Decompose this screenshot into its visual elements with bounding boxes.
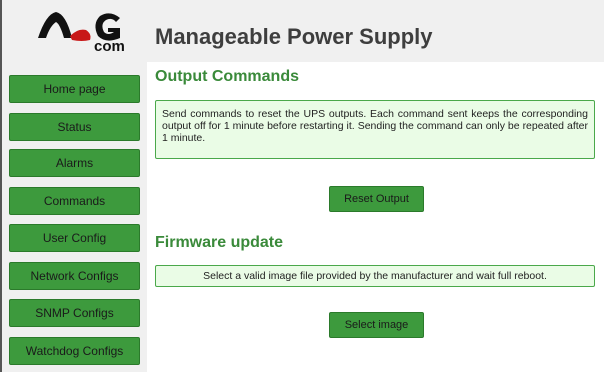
sidebar-item-network-configs[interactable]: Network Configs [9,262,140,290]
main-content: Output Commands Send commands to reset t… [147,62,604,372]
sidebar: Home page Status Alarms Commands User Co… [2,62,147,372]
sidebar-item-user-config[interactable]: User Config [9,224,140,252]
firmware-update-info-box: Select a valid image file provided by th… [155,265,595,287]
sidebar-item-alarms[interactable]: Alarms [9,149,140,177]
page-frame: com Manageable Power Supply Home page St… [0,0,604,372]
select-image-button[interactable]: Select image [329,312,424,338]
output-commands-info-box: Send commands to reset the UPS outputs. … [155,100,595,159]
output-commands-title: Output Commands [155,68,299,85]
header: com Manageable Power Supply [2,0,604,63]
sidebar-item-home-page[interactable]: Home page [9,75,140,103]
sidebar-item-watchdog-configs[interactable]: Watchdog Configs [9,337,140,365]
reset-output-button[interactable]: Reset Output [329,186,424,212]
sidebar-item-commands[interactable]: Commands [9,187,140,215]
alg-logo: com [32,6,132,58]
sidebar-item-snmp-configs[interactable]: SNMP Configs [9,299,140,327]
firmware-update-title: Firmware update [155,234,284,251]
sidebar-item-status[interactable]: Status [9,113,140,141]
page-title: Manageable Power Supply [155,24,433,49]
logo-text-com: com [94,38,125,55]
